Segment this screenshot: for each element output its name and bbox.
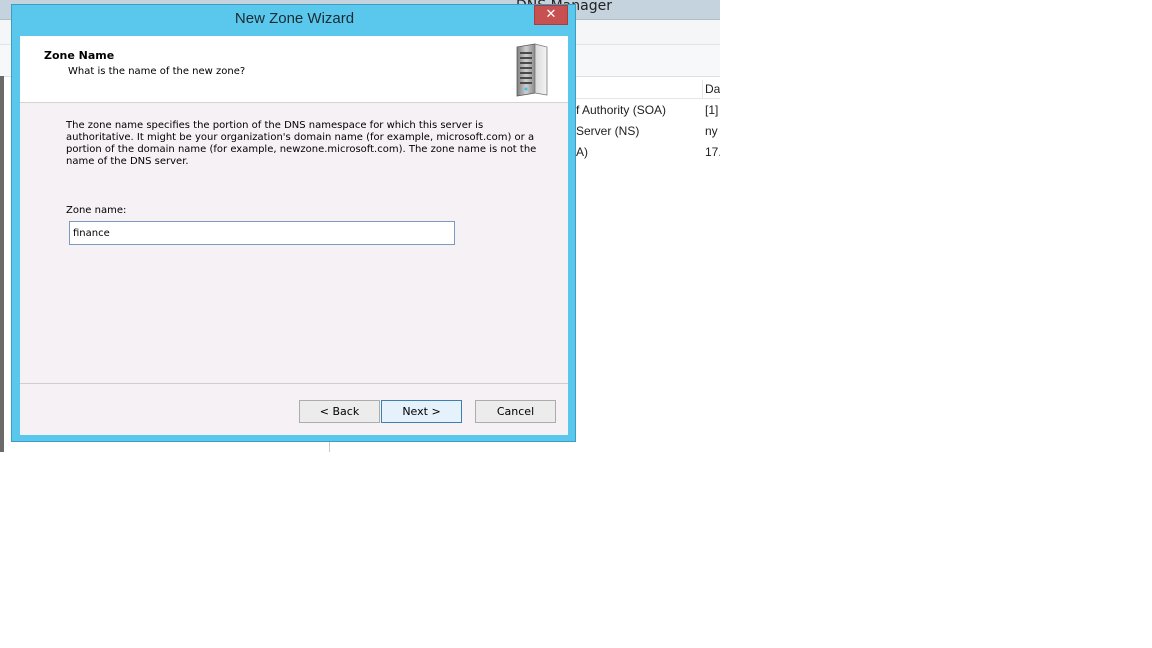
records-list-header [576,80,720,99]
page-subheading: What is the name of the new zone? [68,66,246,77]
zone-name-input[interactable] [69,221,455,245]
record-type[interactable]: Server (NS) [576,124,639,138]
console-tree-edge [0,76,4,452]
server-icon [516,43,548,97]
new-zone-wizard-dialog: New Zone Wizard ✕ Zone Name What is the … [11,4,576,442]
record-data[interactable]: ny [705,124,718,138]
cancel-button[interactable]: Cancel [475,400,556,423]
column-header-data[interactable]: Da [705,82,720,96]
record-type[interactable]: A) [576,145,588,159]
dialog-title: New Zone Wizard [234,10,355,27]
wizard-header: Zone Name What is the name of the new zo… [20,36,568,103]
description-text: The zone name specifies the portion of t… [66,120,537,167]
wizard-page: Zone Name What is the name of the new zo… [20,36,568,435]
close-button[interactable]: ✕ [534,5,568,25]
close-icon: ✕ [545,7,557,22]
record-data[interactable]: 17. [705,145,720,159]
page-heading: Zone Name [44,49,115,62]
record-type[interactable]: f Authority (SOA) [576,103,666,117]
next-button[interactable]: Next > [381,400,462,423]
back-button[interactable]: < Back [299,400,380,423]
record-data[interactable]: [1] [705,103,718,117]
button-separator [20,383,568,384]
zone-name-label: Zone name: [66,205,127,216]
column-separator[interactable] [702,80,703,98]
